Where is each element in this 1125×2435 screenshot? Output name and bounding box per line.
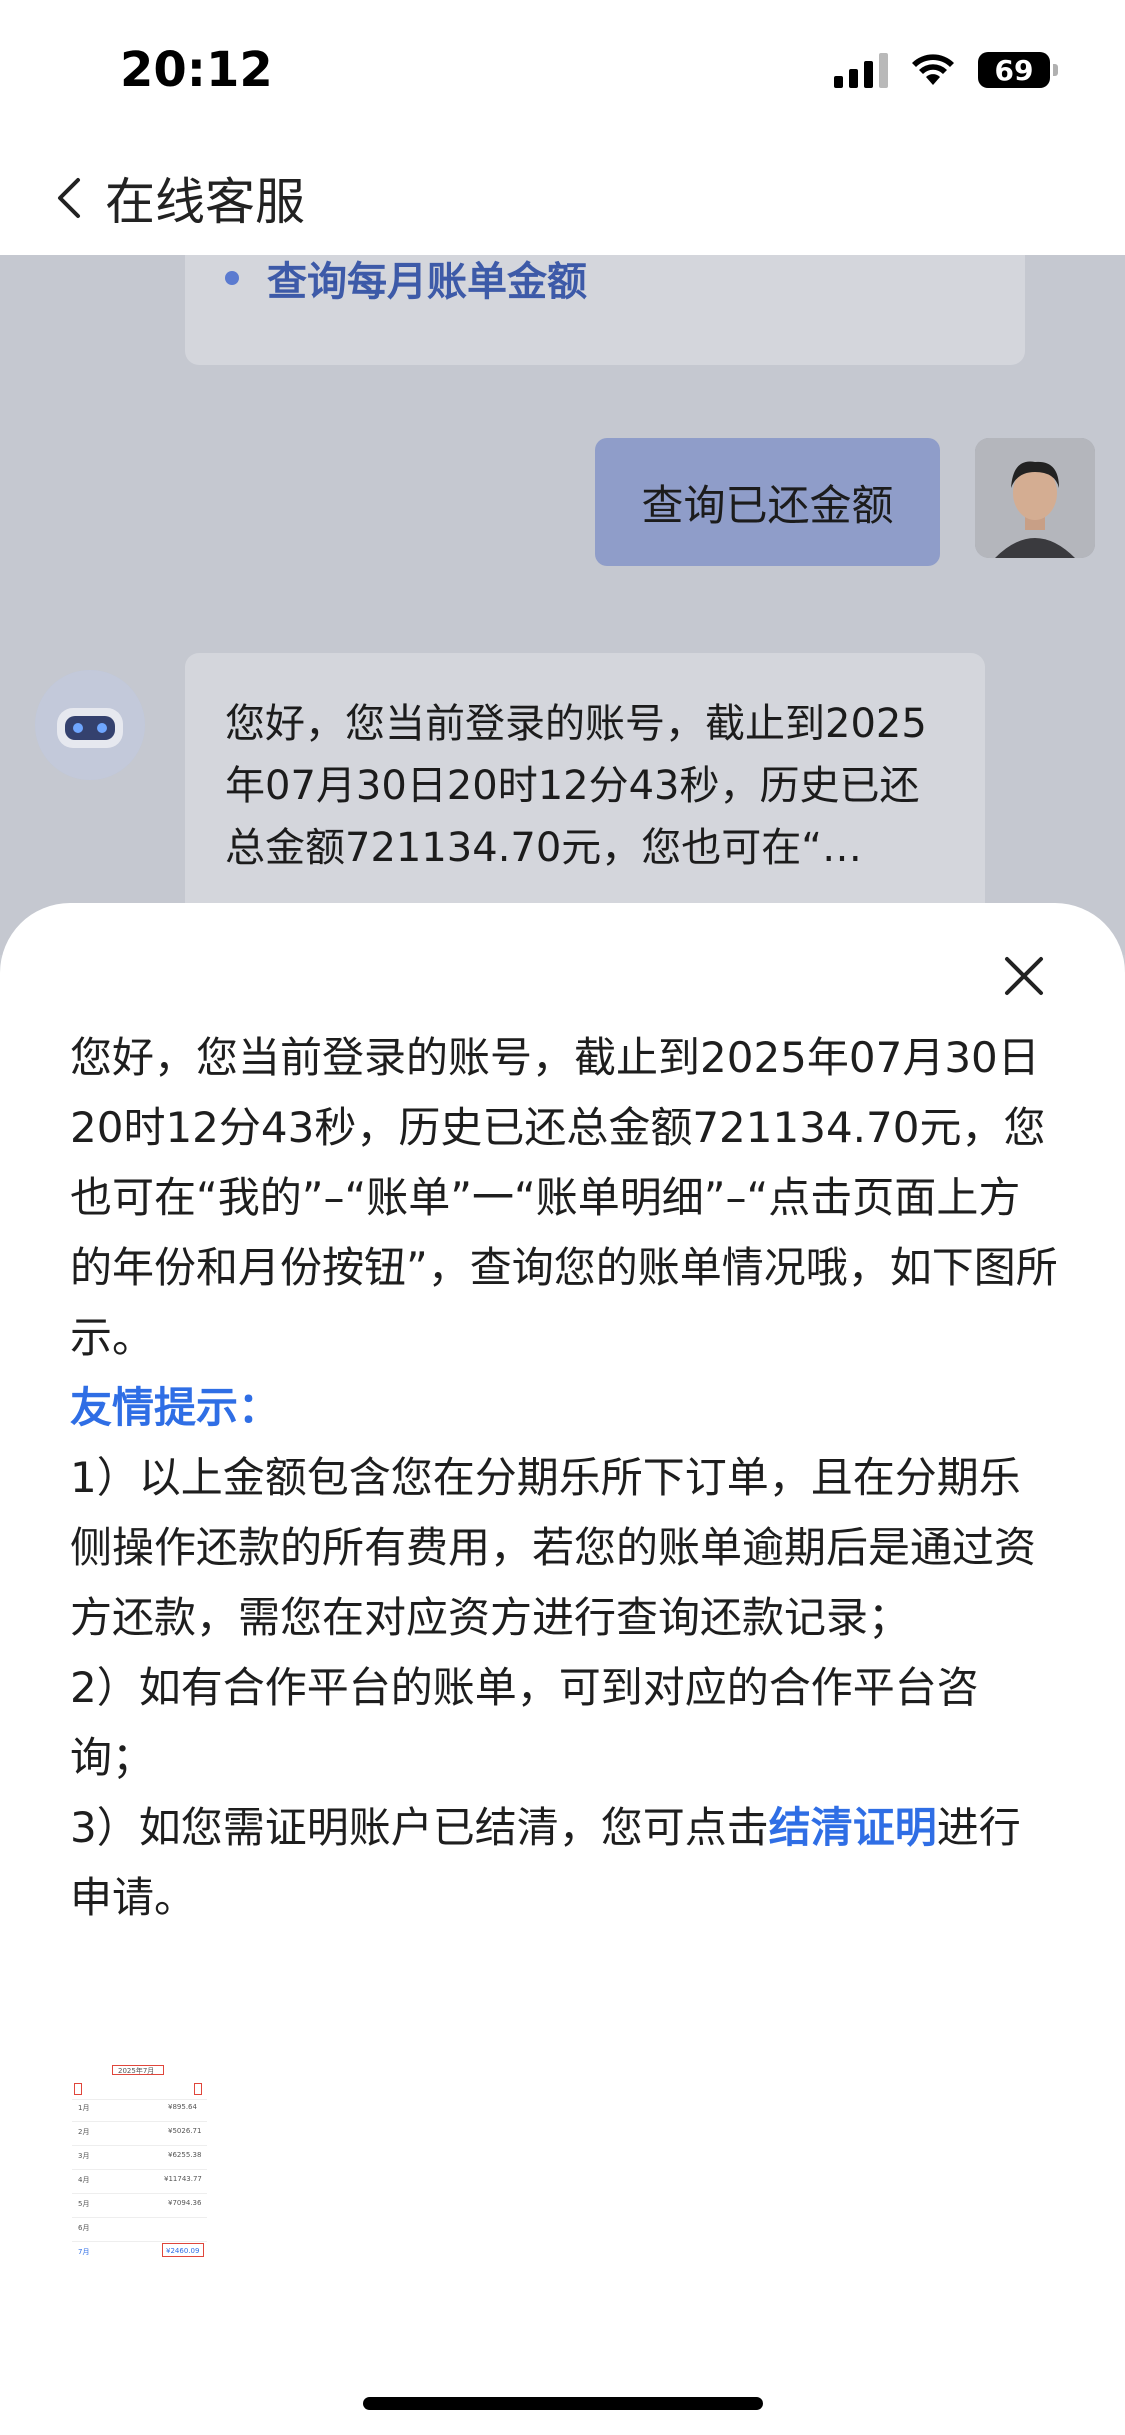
tip-item-3: 3）如您需证明账户已结清，您可点击结清证明进行申请。 [70,1793,1060,1933]
robot-icon [35,670,145,780]
thumb-divider [72,2121,207,2122]
thumb-divider [72,2193,207,2194]
thumb-row-amount: ¥6255.38 [168,2151,202,2159]
thumb-row-month: 4月 [78,2176,90,2184]
thumb-divider [72,2145,207,2146]
tip-item-2: 2）如有合作平台的账单，可到对应的合作平台咨询； [70,1663,979,1782]
cellular-signal-icon [834,52,888,88]
status-icons: 69 [834,52,1058,88]
bill-screenshot-thumbnail[interactable]: 2025年7月 1月 ¥895.64 2月 ¥5026.71 3月 ¥6255.… [72,2063,207,2273]
thumb-row-amount: ¥7094.36 [168,2199,202,2207]
wifi-icon [912,54,954,85]
thumb-header: 2025年7月 [118,2067,155,2075]
reply-paragraph: 您好，您当前登录的账号，截止到2025年07月30日20时12分43秒，历史已还… [70,1033,1058,1362]
thumb-left-marker [74,2083,82,2095]
tip-item-3-text: 3）如您需证明账户已结清，您可点击 [70,1803,769,1852]
sheet-content: 您好，您当前登录的账号，截止到2025年07月30日20时12分43秒，历史已还… [70,1023,1060,1933]
tip-item-1: 1）以上金额包含您在分期乐所下订单，且在分期乐侧操作还款的所有费用，若您的账单逾… [70,1453,1037,1642]
user-avatar [975,438,1095,558]
battery-icon: 69 [978,52,1058,88]
bot-bubble-previous: 查询每月账单金额 [185,255,1025,365]
close-icon[interactable] [1003,955,1045,997]
thumb-row-month: 2月 [78,2128,90,2136]
thumb-row-month: 7月 [78,2248,90,2256]
nav-bar: 在线客服 [0,140,1125,255]
thumb-right-marker [194,2083,202,2095]
status-time: 20:12 [120,42,273,98]
settlement-certificate-link[interactable]: 结清证明 [769,1803,937,1852]
message-detail-sheet: 您好，您当前登录的账号，截止到2025年07月30日20时12分43秒，历史已还… [0,903,1125,2435]
back-arrow-icon[interactable] [48,170,92,226]
thumb-row-month: 6月 [78,2224,90,2232]
page-title: 在线客服 [105,173,305,231]
query-monthly-bill-link[interactable]: 查询每月账单金额 [225,255,587,307]
thumb-row-month: 1月 [78,2104,90,2112]
thumb-row-month: 3月 [78,2152,90,2160]
home-indicator [363,2397,763,2410]
chat-area: 查询每月账单金额 查询已还金额 您好，您当前登录的账号，截止到2025年07月3… [0,255,1125,955]
query-monthly-bill-label: 查询每月账单金额 [267,259,587,305]
thumb-divider [72,2099,207,2100]
user-message-bubble: 查询已还金额 [595,438,940,566]
person-avatar-icon [975,438,1095,558]
thumb-row-amount: ¥2460.09 [166,2247,200,2255]
thumb-divider [72,2169,207,2170]
thumb-row-amount: ¥895.64 [168,2103,197,2111]
thumb-divider [72,2241,207,2242]
thumb-divider [72,2217,207,2218]
thumb-row-month: 5月 [78,2200,90,2208]
tip-title: 友情提示： [70,1383,281,1432]
bot-avatar [35,670,145,780]
thumb-row-amount: ¥5026.71 [168,2127,202,2135]
bullet-dot-icon [225,271,239,285]
thumb-row-amount: ¥11743.77 [164,2175,202,2183]
status-bar: 20:12 69 [0,0,1125,140]
